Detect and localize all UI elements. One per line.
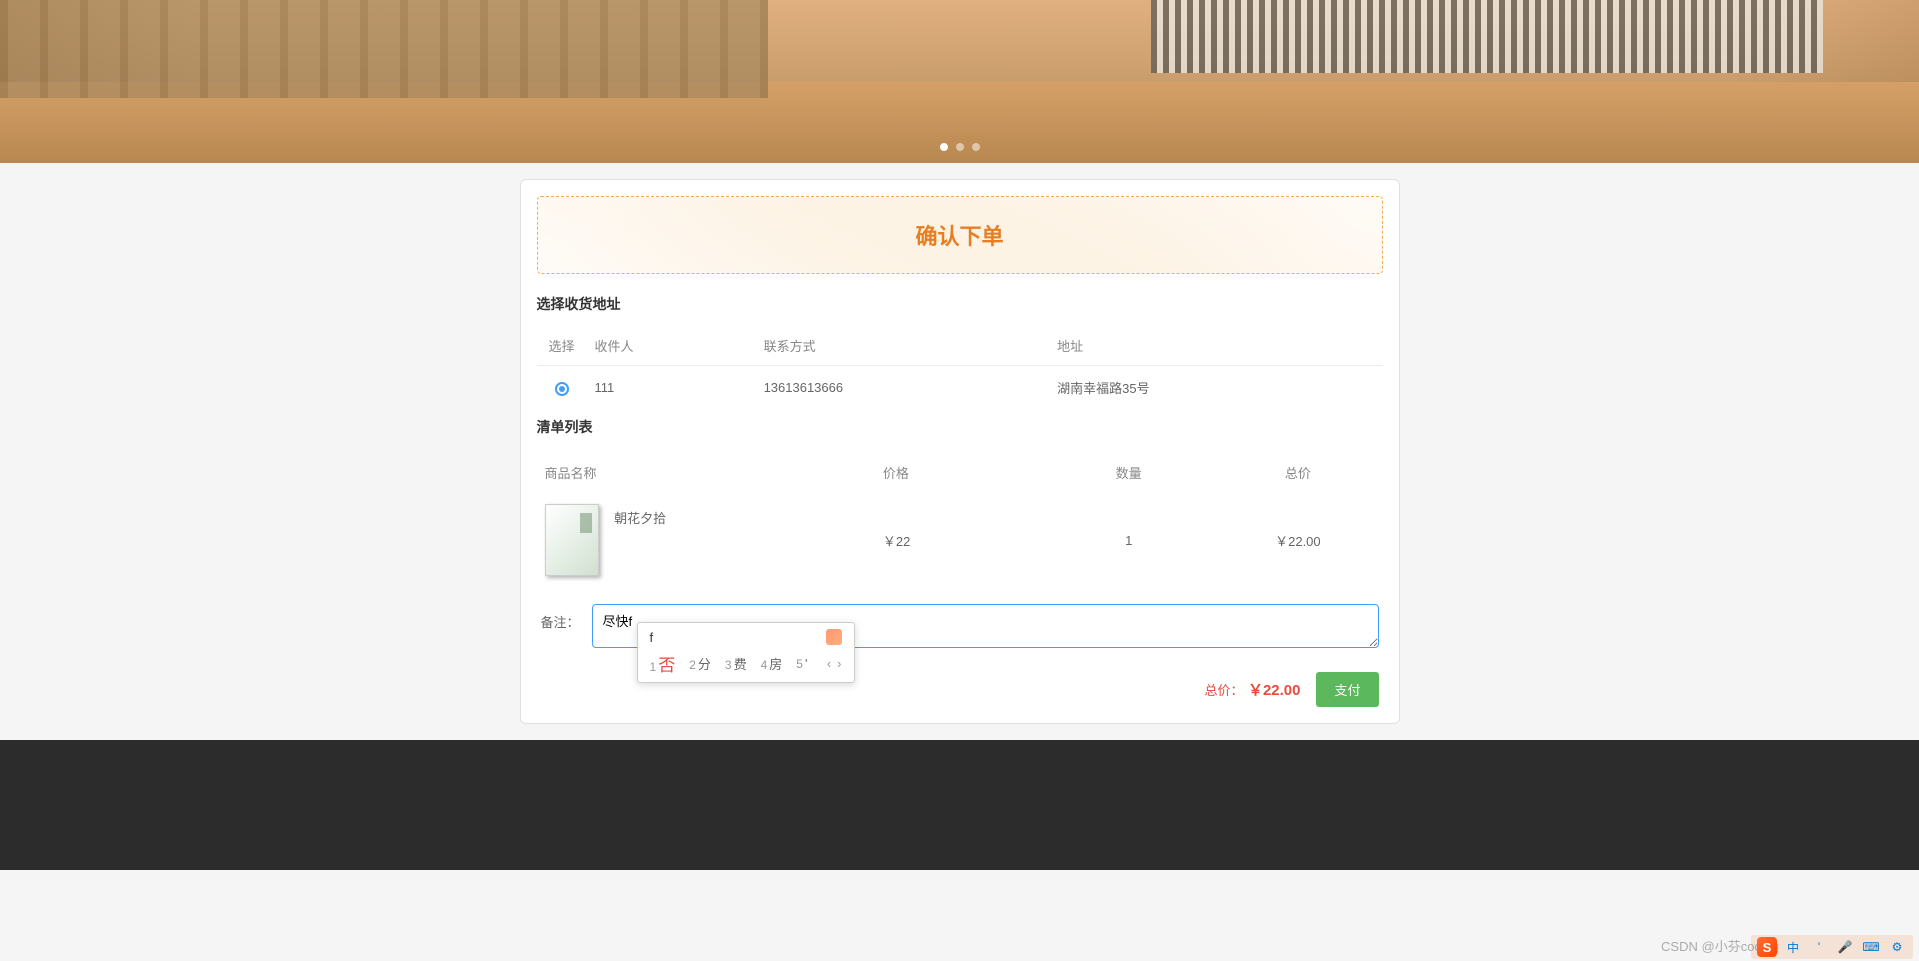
mic-icon[interactable]: 🎤 — [1835, 937, 1855, 957]
total-value: ￥22.00 — [1248, 682, 1301, 699]
item-price: ￥22 — [875, 496, 1044, 584]
order-title: 确认下单 — [915, 219, 1003, 251]
address-text: 湖南幸福路35号 — [1049, 366, 1382, 410]
item-subtotal: ￥22.00 — [1213, 496, 1382, 584]
col-address: 地址 — [1049, 326, 1382, 366]
col-item-qty: 数量 — [1044, 449, 1213, 496]
carousel-dot[interactable] — [972, 143, 980, 151]
col-contact: 联系方式 — [756, 326, 1050, 366]
order-panel: 确认下单 选择收货地址 选择 收件人 联系方式 地址 111 136136136… — [520, 179, 1400, 724]
item-qty: 1 — [1044, 496, 1213, 584]
ime-taskbar: S 中 ' 🎤 ⌨ ⚙ — [1751, 935, 1913, 959]
banner-bg — [0, 0, 1919, 163]
keyboard-icon[interactable]: ⌨ — [1861, 937, 1881, 957]
page-footer — [0, 740, 1919, 870]
address-radio[interactable] — [555, 382, 569, 396]
total-label: 总价： — [1204, 683, 1243, 698]
address-table: 选择 收件人 联系方式 地址 111 13613613666 湖南幸福路35号 — [537, 326, 1383, 409]
book-cover-icon — [545, 504, 599, 576]
col-item-price: 价格 — [875, 449, 1044, 496]
col-item-name: 商品名称 — [537, 449, 875, 496]
ime-prev-icon[interactable]: ‹ — [827, 656, 831, 671]
order-title-box: 确认下单 — [537, 196, 1383, 274]
ime-candidate-popup: f 1否 2分 3费 4房 5' ‹ › — [637, 622, 855, 683]
settings-icon[interactable]: ⚙ — [1887, 937, 1907, 957]
address-contact: 13613613666 — [756, 366, 1050, 410]
ime-lang-icon[interactable]: 中 — [1783, 937, 1803, 957]
ime-next-icon[interactable]: › — [837, 656, 841, 671]
address-section-title: 选择收货地址 — [537, 294, 1383, 314]
sogou-icon[interactable]: S — [1757, 937, 1777, 957]
carousel-indicators — [940, 143, 980, 151]
ime-candidate[interactable]: 2分 — [689, 654, 711, 673]
sogou-logo-icon — [826, 629, 842, 645]
carousel-dot[interactable] — [956, 143, 964, 151]
carousel-dot[interactable] — [940, 143, 948, 151]
ime-candidate[interactable]: 4房 — [761, 654, 783, 673]
col-select: 选择 — [537, 326, 587, 366]
remark-label: 备注： — [541, 604, 580, 631]
address-recipient: 111 — [587, 366, 756, 410]
items-table: 商品名称 价格 数量 总价 朝花夕拾 ￥22 1 ￥22.00 — [537, 449, 1383, 584]
item-name: 朝花夕拾 — [614, 508, 666, 527]
items-section-title: 清单列表 — [537, 417, 1383, 437]
item-row: 朝花夕拾 ￥22 1 ￥22.00 — [537, 496, 1383, 584]
pay-button[interactable]: 支付 — [1316, 672, 1378, 707]
ime-punct-icon[interactable]: ' — [1809, 937, 1829, 957]
ime-candidate[interactable]: 3费 — [725, 654, 747, 673]
hero-banner — [0, 0, 1919, 163]
ime-candidate[interactable]: 5' — [796, 656, 807, 671]
address-row[interactable]: 111 13613613666 湖南幸福路35号 — [537, 366, 1383, 410]
remark-row: 备注： f 1否 2分 3费 4房 5' ‹ › — [537, 604, 1383, 648]
col-recipient: 收件人 — [587, 326, 756, 366]
ime-input-text: f — [650, 630, 654, 645]
col-item-subtotal: 总价 — [1213, 449, 1382, 496]
ime-candidate[interactable]: 1否 — [650, 651, 676, 676]
